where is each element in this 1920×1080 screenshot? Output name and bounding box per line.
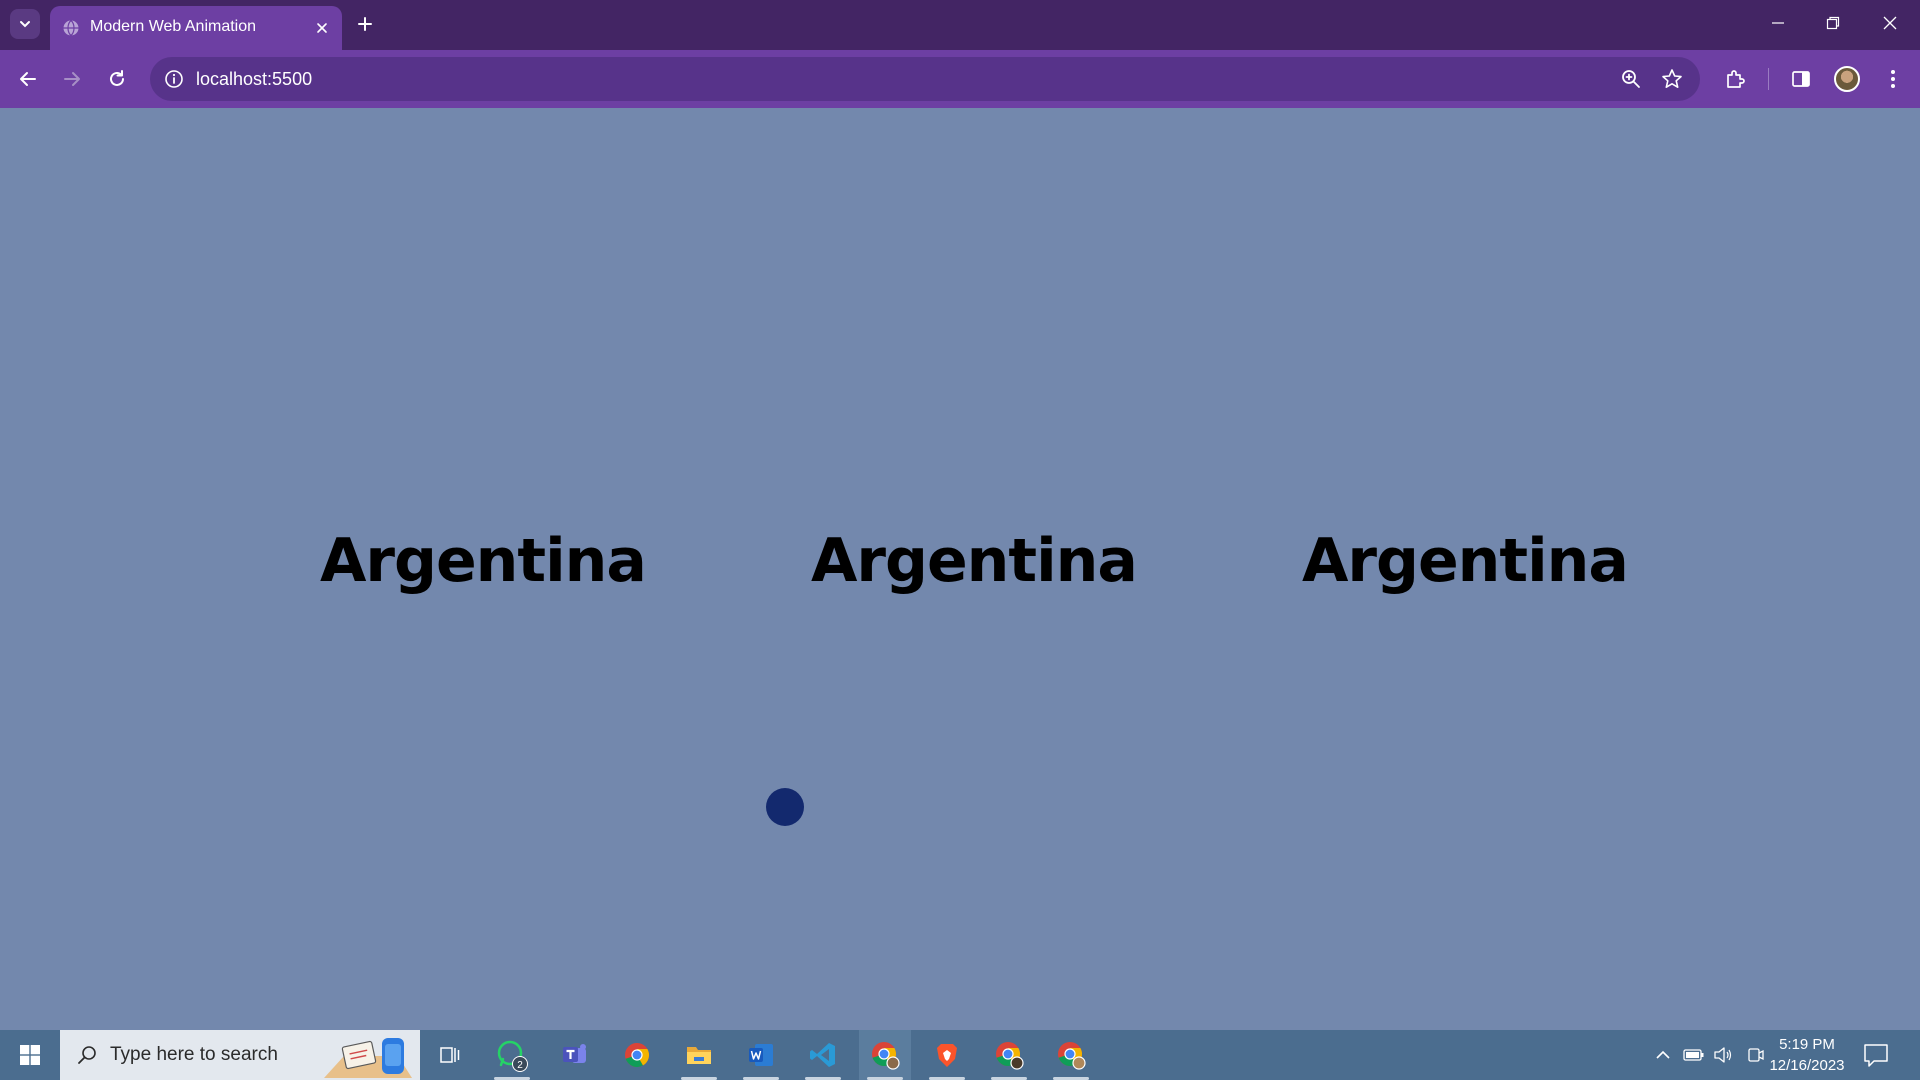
address-bar[interactable]: localhost:5500 xyxy=(150,57,1700,101)
taskbar-whatsapp[interactable]: 2 xyxy=(486,1030,538,1080)
taskbar-word[interactable] xyxy=(735,1030,787,1080)
close-icon xyxy=(1883,16,1897,30)
taskbar-teams[interactable] xyxy=(549,1030,601,1080)
windows-taskbar: Type here to search 2 5:19 PM 12/16/2023 xyxy=(0,1030,1920,1080)
heading-word-2: Argentina xyxy=(811,526,1138,596)
star-icon[interactable] xyxy=(1661,68,1683,90)
whatsapp-icon: 2 xyxy=(497,1040,528,1072)
tab-title: Modern Web Animation xyxy=(90,18,257,35)
side-panel-button[interactable] xyxy=(1786,64,1816,94)
tab-modern-web-animation[interactable]: Modern Web Animation xyxy=(50,6,342,50)
cursor-dot xyxy=(766,788,804,826)
search-icon xyxy=(78,1046,96,1064)
chevron-up-icon xyxy=(1656,1050,1670,1059)
battery-icon xyxy=(1683,1049,1704,1061)
tab-search-button[interactable] xyxy=(10,9,40,39)
chrome-icon xyxy=(625,1043,650,1067)
taskbar-vscode[interactable] xyxy=(797,1030,849,1080)
close-icon xyxy=(317,23,327,33)
info-icon[interactable] xyxy=(164,69,184,89)
chevron-down-icon xyxy=(20,21,30,28)
restore-icon xyxy=(1826,16,1840,30)
battery-indicator[interactable] xyxy=(1683,1044,1705,1066)
toolbar-divider xyxy=(1768,68,1769,90)
reload-icon xyxy=(110,70,124,86)
speaker-icon xyxy=(1714,1047,1732,1063)
volume-control[interactable] xyxy=(1712,1044,1734,1066)
arrow-left-icon xyxy=(20,72,36,86)
restore-button[interactable] xyxy=(1815,8,1851,38)
more-vertical-icon xyxy=(1891,70,1895,88)
globe-icon xyxy=(63,20,79,36)
back-button[interactable] xyxy=(12,63,44,95)
notification-center-icon[interactable] xyxy=(1862,1042,1890,1068)
taskbar-chrome[interactable] xyxy=(611,1030,663,1080)
windows-logo-icon xyxy=(20,1045,40,1065)
taskbar-clock[interactable]: 5:19 PM 12/16/2023 xyxy=(1762,1034,1852,1076)
forward-button[interactable] xyxy=(56,63,88,95)
url-text[interactable]: localhost:5500 xyxy=(196,69,312,90)
taskbar-chrome-profile-active[interactable] xyxy=(859,1030,911,1080)
clock-time: 5:19 PM xyxy=(1779,1036,1835,1053)
extensions-button[interactable] xyxy=(1720,64,1750,94)
plus-icon xyxy=(358,17,372,31)
show-hidden-icons-button[interactable] xyxy=(1652,1044,1674,1066)
task-view-button[interactable] xyxy=(424,1030,476,1080)
browser-toolbar: localhost:5500 xyxy=(0,50,1920,108)
taskbar-brave[interactable] xyxy=(921,1030,973,1080)
chrome-profile-icon xyxy=(1058,1042,1086,1070)
taskbar-search-box[interactable]: Type here to search xyxy=(60,1030,420,1080)
browser-tabstrip: Modern Web Animation xyxy=(0,0,1920,50)
minimize-icon xyxy=(1772,22,1784,24)
new-tab-button[interactable] xyxy=(352,11,378,37)
heading-word-1: Argentina xyxy=(320,526,647,596)
brave-icon xyxy=(937,1044,957,1067)
chrome-profile-icon xyxy=(996,1042,1024,1070)
puzzle-icon xyxy=(1727,70,1745,88)
close-window-button[interactable] xyxy=(1872,8,1908,38)
vscode-icon xyxy=(810,1043,835,1067)
taskbar-chrome-profile-2[interactable] xyxy=(983,1030,1035,1080)
whatsapp-badge: 2 xyxy=(517,1060,523,1071)
taskbar-file-explorer[interactable] xyxy=(673,1030,725,1080)
search-placeholder: Type here to search xyxy=(110,1044,278,1065)
task-view-icon xyxy=(440,1047,460,1063)
profile-avatar[interactable] xyxy=(1834,66,1860,92)
folder-icon xyxy=(687,1047,711,1064)
taskbar-chrome-profile-3[interactable] xyxy=(1045,1030,1097,1080)
side-panel-icon xyxy=(1792,71,1810,87)
start-button[interactable] xyxy=(0,1030,60,1080)
zoom-icon[interactable] xyxy=(1620,68,1642,90)
arrow-right-icon xyxy=(64,72,80,86)
tab-close-button[interactable] xyxy=(312,18,332,38)
browser-menu-button[interactable] xyxy=(1878,64,1908,94)
teams-icon xyxy=(563,1044,586,1063)
minimize-button[interactable] xyxy=(1760,8,1796,38)
heading-word-3: Argentina xyxy=(1302,526,1629,596)
reload-button[interactable] xyxy=(101,63,133,95)
word-icon xyxy=(749,1044,773,1066)
chrome-profile-icon xyxy=(872,1042,900,1070)
search-highlight-illustration-icon xyxy=(324,1038,412,1078)
page-viewport: Argentina Argentina Argentina xyxy=(0,108,1920,1030)
clock-date: 12/16/2023 xyxy=(1769,1057,1845,1074)
